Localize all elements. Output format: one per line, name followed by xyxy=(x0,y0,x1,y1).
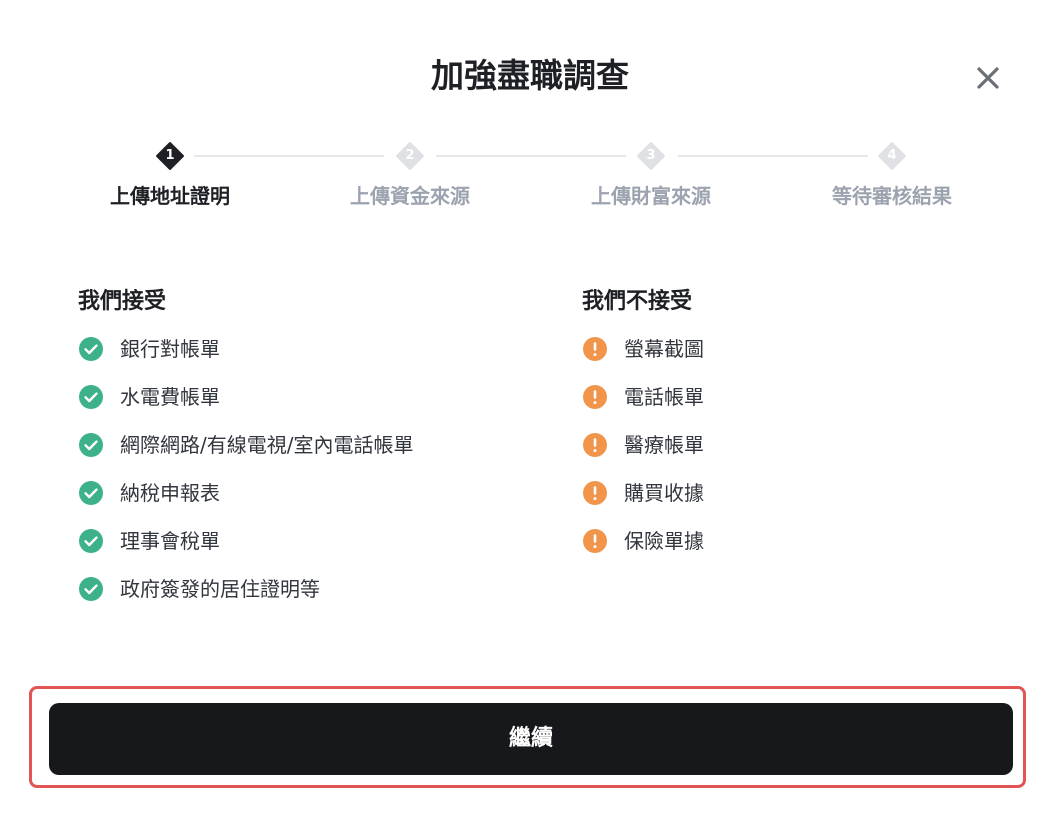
list-item-label: 銀行對帳單 xyxy=(120,337,220,361)
list-item-label: 電話帳單 xyxy=(624,385,704,409)
step-marker-icon: 4 xyxy=(876,140,908,172)
check-circle-icon xyxy=(78,576,104,602)
accepted-title: 我們接受 xyxy=(78,289,167,314)
close-button[interactable] xyxy=(968,58,1008,98)
exclamation-circle-icon xyxy=(582,384,608,410)
step-number: 3 xyxy=(646,148,656,163)
exclamation-circle-icon xyxy=(582,432,608,458)
rejected-title: 我們不接受 xyxy=(582,289,693,314)
list-item: 納稅申報表 xyxy=(78,480,498,528)
accepted-documents-list: 我們接受 銀行對帳單 水電費帳單 網際網路/有線電視/室內電話帳單 納稅申報表 xyxy=(78,286,498,624)
list-item: 政府簽發的居住證明等 xyxy=(78,576,498,624)
step-number: 4 xyxy=(887,148,897,163)
list-item-label: 保險單據 xyxy=(624,529,704,553)
list-item-label: 理事會稅單 xyxy=(120,529,220,553)
step-marker-icon: 2 xyxy=(394,140,426,172)
list-item: 螢幕截圖 xyxy=(582,336,1002,384)
progress-stepper: 1 上傳地址證明 2 上傳資金來源 3 上傳財富來源 4 等待審核結果 xyxy=(0,140,1060,220)
step-marker-icon: 3 xyxy=(635,140,667,172)
list-item-label: 醫療帳單 xyxy=(624,433,704,457)
step-1: 1 上傳地址證明 xyxy=(70,140,270,210)
exclamation-circle-icon xyxy=(582,528,608,554)
list-item: 電話帳單 xyxy=(582,384,1002,432)
exclamation-circle-icon xyxy=(582,480,608,506)
step-label: 上傳地址證明 xyxy=(110,184,230,208)
list-item-label: 螢幕截圖 xyxy=(624,337,704,361)
step-3: 3 上傳財富來源 xyxy=(551,140,751,210)
step-label: 等待審核結果 xyxy=(832,184,952,208)
list-item-label: 網際網路/有線電視/室內電話帳單 xyxy=(120,433,414,457)
step-number: 1 xyxy=(165,148,175,163)
list-item-label: 政府簽發的居住證明等 xyxy=(120,577,320,601)
edd-modal: 加強盡職調查 1 上傳地址證明 2 上傳資金來源 3 上傳財富來源 4 等待審核… xyxy=(0,0,1060,834)
list-item: 銀行對帳單 xyxy=(78,336,498,384)
list-item: 購買收據 xyxy=(582,480,1002,528)
continue-button[interactable]: 繼續 xyxy=(49,703,1013,775)
list-item-label: 購買收據 xyxy=(624,481,704,505)
step-label: 上傳財富來源 xyxy=(591,184,711,208)
check-circle-icon xyxy=(78,480,104,506)
list-item: 網際網路/有線電視/室內電話帳單 xyxy=(78,432,498,480)
step-number: 2 xyxy=(405,148,415,163)
step-4: 4 等待審核結果 xyxy=(792,140,992,210)
list-item: 醫療帳單 xyxy=(582,432,1002,480)
list-item: 理事會稅單 xyxy=(78,528,498,576)
list-item-label: 水電費帳單 xyxy=(120,385,220,409)
step-label: 上傳資金來源 xyxy=(350,184,470,208)
close-icon xyxy=(968,58,1008,98)
check-circle-icon xyxy=(78,432,104,458)
list-item: 水電費帳單 xyxy=(78,384,498,432)
list-item: 保險單據 xyxy=(582,528,1002,576)
list-item-label: 納稅申報表 xyxy=(120,481,220,505)
modal-title: 加強盡職調查 xyxy=(431,56,629,95)
step-2: 2 上傳資金來源 xyxy=(310,140,510,210)
step-marker-icon: 1 xyxy=(154,140,186,172)
check-circle-icon xyxy=(78,384,104,410)
exclamation-circle-icon xyxy=(582,336,608,362)
check-circle-icon xyxy=(78,336,104,362)
rejected-documents-list: 我們不接受 螢幕截圖 電話帳單 醫療帳單 購買收據 保險單據 xyxy=(582,286,1002,576)
check-circle-icon xyxy=(78,528,104,554)
